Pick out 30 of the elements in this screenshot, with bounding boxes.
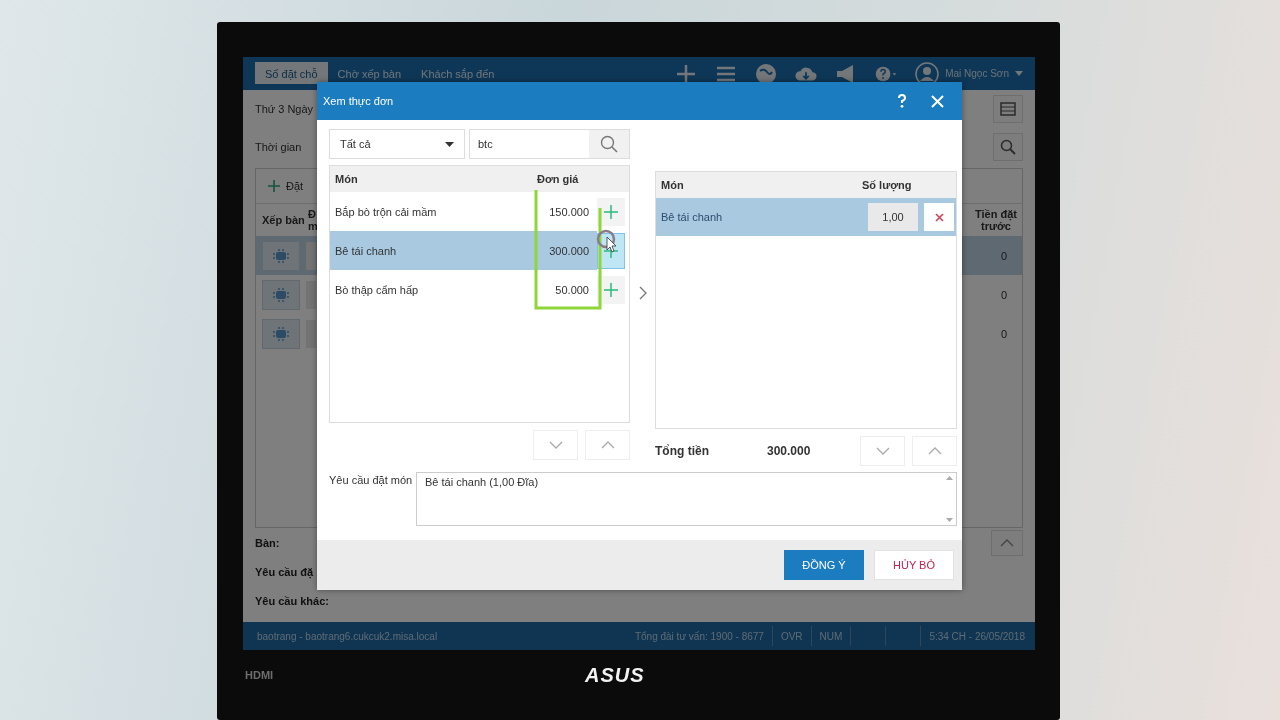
deposit-cell-text: 0 <box>999 249 1009 262</box>
date-label: Thứ 3 Ngày <box>255 103 314 115</box>
deposit-cell-text: 0 <box>999 288 1009 301</box>
total-value: 300.000 <box>767 444 812 458</box>
field-label: Yêu cầu đặ <box>255 565 314 578</box>
column-header: Món <box>335 173 359 185</box>
total-label: Tổng tiền <box>655 444 710 458</box>
dialog-title: Xem thực đơn <box>323 95 394 107</box>
port-label: HDMI <box>244 669 275 681</box>
field-label: Yêu cầu khác: <box>255 594 329 607</box>
indicator-text: NUM <box>810 626 851 646</box>
indicator-text: OVR <box>771 626 811 646</box>
host-text: baotrang - baotrang6.cukcuk2.misa.local <box>257 630 439 642</box>
price-cell: 300.000 <box>525 231 597 270</box>
column-header: Món <box>661 179 685 191</box>
column-header: Đ m <box>308 208 318 232</box>
deposit-cell-text: 0 <box>999 327 1009 340</box>
field-label: Bàn: <box>255 536 280 549</box>
price-cell-text: 50.000 <box>554 283 590 296</box>
clock-text: 5:34 CH - 26/05/2018 <box>920 626 1035 646</box>
column-header: Đơn giá <box>537 173 580 185</box>
price-cell-text: 150.000 <box>548 205 590 218</box>
dish-name: Bê tái chanh <box>661 211 724 223</box>
request-label: Yêu cầu đặt món <box>329 473 414 488</box>
column-header: Xếp bàn <box>261 214 306 226</box>
column-header: Tiền đặt trước <box>974 208 1018 232</box>
hotline-text: Tổng đài tư vấn: 1900 - 8677 <box>634 630 765 642</box>
time-label: Thời gian <box>255 141 302 153</box>
brand-label: ASUS <box>585 663 645 687</box>
column-header: Số lượng <box>862 179 913 191</box>
